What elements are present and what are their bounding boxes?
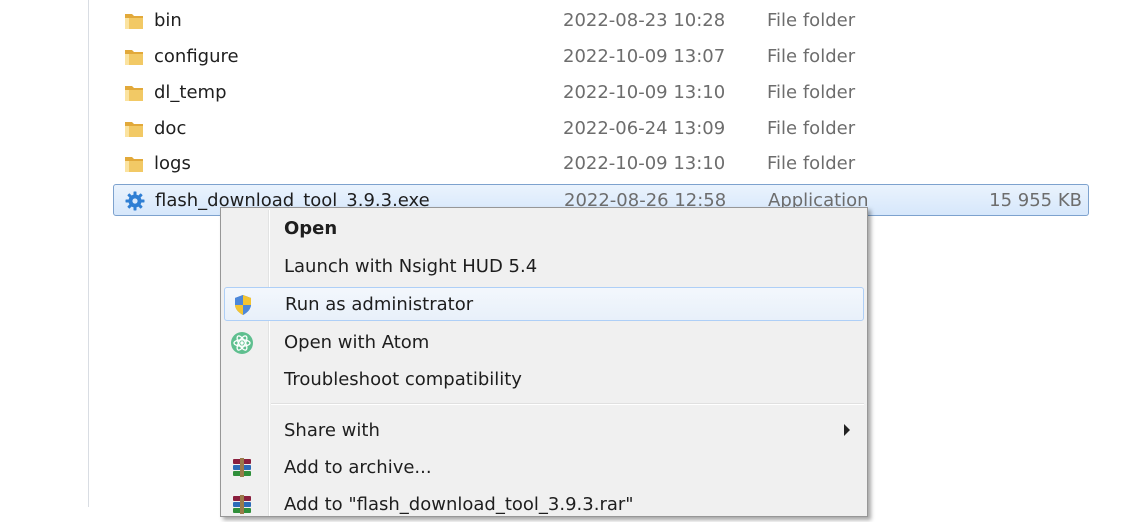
file-date: 2022-06-24 13:09 (563, 118, 726, 139)
file-row-logs[interactable]: logs 2022-10-09 13:10 File folder (113, 148, 1123, 180)
menu-item-open-with-atom[interactable]: Open with Atom (224, 326, 864, 360)
menu-item-troubleshoot-compatibility[interactable]: Troubleshoot compatibility (224, 363, 864, 397)
menu-item-open[interactable]: Open (224, 212, 864, 246)
menu-item-label: Open (284, 218, 338, 239)
folder-icon (125, 50, 143, 65)
winrar-icon (233, 495, 251, 514)
menu-item-label: Troubleshoot compatibility (284, 369, 522, 390)
file-name: bin (154, 10, 182, 31)
folder-icon (125, 14, 143, 29)
atom-icon (231, 332, 253, 354)
menu-item-share-with[interactable]: Share with (224, 414, 864, 448)
context-menu: Open Launch with Nsight HUD 5.4 Run as a… (220, 207, 868, 517)
file-type: File folder (767, 153, 856, 174)
menu-item-label: Add to "flash_download_tool_3.9.3.rar" (284, 494, 634, 515)
winrar-icon (233, 458, 251, 477)
folder-icon (125, 86, 143, 101)
menu-item-add-to-rar[interactable]: Add to "flash_download_tool_3.9.3.rar" (224, 488, 864, 522)
file-name: configure (154, 46, 239, 67)
menu-item-label: Run as administrator (285, 294, 474, 315)
menu-item-add-to-archive[interactable]: Add to archive... (224, 451, 864, 485)
file-type: File folder (767, 82, 856, 103)
file-date: 2022-08-23 10:28 (563, 10, 726, 31)
file-date: 2022-10-09 13:07 (563, 46, 726, 67)
menu-separator (271, 403, 864, 405)
file-name: dl_temp (154, 82, 227, 103)
file-size: 15 955 KB (989, 190, 1082, 211)
file-row-bin[interactable]: bin 2022-08-23 10:28 File folder (113, 5, 1123, 37)
file-name: doc (154, 118, 187, 139)
file-row-doc[interactable]: doc 2022-06-24 13:09 File folder (113, 113, 1123, 145)
folder-icon (125, 122, 143, 137)
app-gear-icon (125, 191, 145, 211)
file-row-dl-temp[interactable]: dl_temp 2022-10-09 13:10 File folder (113, 77, 1123, 109)
file-type: File folder (767, 118, 856, 139)
file-date: 2022-10-09 13:10 (563, 153, 726, 174)
file-type: File folder (767, 46, 856, 67)
file-row-configure[interactable]: configure 2022-10-09 13:07 File folder (113, 41, 1123, 73)
menu-item-label: Launch with Nsight HUD 5.4 (284, 256, 538, 277)
navigation-pane (0, 0, 89, 507)
file-date: 2022-10-09 13:10 (563, 82, 726, 103)
menu-item-run-as-administrator[interactable]: Run as administrator (224, 287, 864, 321)
menu-item-launch-nsight[interactable]: Launch with Nsight HUD 5.4 (224, 250, 864, 284)
uac-shield-icon (235, 295, 251, 315)
menu-item-label: Open with Atom (284, 332, 430, 353)
folder-icon (125, 157, 143, 172)
menu-item-label: Share with (284, 420, 380, 441)
submenu-arrow-icon (844, 424, 850, 436)
menu-item-label: Add to archive... (284, 457, 432, 478)
file-name: logs (154, 153, 191, 174)
file-type: File folder (767, 10, 856, 31)
